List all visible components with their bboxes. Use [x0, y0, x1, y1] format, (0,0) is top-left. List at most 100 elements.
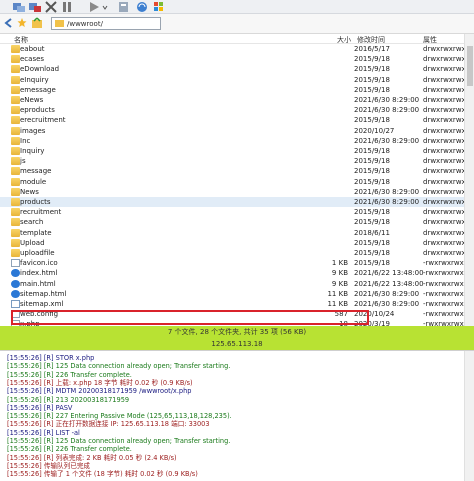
transfer-icon[interactable] — [117, 1, 131, 13]
file-attr: -rwxrwxrwx — [423, 259, 464, 268]
file-row[interactable]: emessage 2015/9/18 drwxrwxrwx — [0, 85, 474, 95]
file-row[interactable]: js 2015/9/18 drwxrwxrwx — [0, 156, 474, 166]
status-host: 125.65.113.18 — [211, 340, 263, 348]
chevron-down-icon[interactable] — [102, 1, 108, 13]
file-attr: drwxrwxrwx — [423, 177, 466, 186]
log-scrollbar[interactable] — [464, 351, 474, 481]
file-size: 1 KB — [331, 259, 348, 268]
delete-icon[interactable] — [44, 1, 58, 13]
file-size: 11 KB — [327, 289, 348, 298]
file-row[interactable]: erecruitment 2015/9/18 drwxrwxrwx — [0, 115, 474, 125]
connect-icon[interactable] — [12, 1, 26, 13]
windows-icon[interactable] — [152, 1, 166, 13]
html-file-icon — [11, 269, 20, 278]
file-row[interactable]: main.html 9 KB 2021/6/22 13:48:00 -rwxrwxrw… — [0, 279, 474, 289]
refresh-icon[interactable] — [135, 1, 149, 13]
file-attr: -rwxrwxrwx — [423, 289, 464, 298]
file-row[interactable]: News 2021/6/30 8:29:00 drwxrwxrwx — [0, 187, 474, 197]
file-name: module — [20, 177, 47, 186]
file-name: message — [20, 167, 52, 176]
path-input[interactable]: /wwwroot/ — [51, 17, 161, 30]
file-name: recruitment — [20, 208, 62, 217]
log-line: [15:55:26] 传输队列已完成 — [7, 461, 91, 470]
file-row[interactable]: Inquiry 2015/9/18 drwxrwxrwx — [0, 146, 474, 156]
file-attr: drwxrwxrwx — [423, 136, 466, 145]
file-date: 2015/9/18 — [354, 157, 390, 166]
log-line: [15:55:26] [R] 213 20200318171959 — [7, 395, 130, 404]
file-name: eDownload — [20, 65, 60, 74]
play-icon[interactable] — [88, 1, 100, 13]
file-row[interactable]: uploadfile 2015/9/18 drwxrwxrwx — [0, 248, 474, 258]
file-attr: drwxrwxrwx — [423, 157, 466, 166]
file-date: 2015/9/18 — [354, 116, 390, 125]
file-row[interactable]: eabout 2016/5/17 drwxrwxrwx — [0, 44, 474, 54]
file-name: js — [20, 157, 26, 166]
file-attr: drwxrwxrwx — [423, 45, 466, 53]
file-row[interactable]: Inc 2021/6/30 8:29:00 drwxrwxrwx — [0, 136, 474, 146]
log-line: [15:55:26] [R] 列表完成: 2 KB 耗时 0.05 秒 (2.4… — [7, 453, 177, 462]
path-text: /wwwroot/ — [67, 19, 103, 28]
file-date: 2015/9/18 — [354, 208, 390, 217]
file-date: 2021/6/22 13:48:00 — [354, 269, 424, 278]
file-date: 2021/6/30 8:29:00 — [354, 136, 420, 145]
file-name: Upload — [20, 238, 45, 247]
file-name: News — [20, 187, 39, 196]
file-row[interactable]: index.html 9 KB 2021/6/22 13:48:00 -rwxrwxr… — [0, 268, 474, 278]
folder-icon — [11, 228, 20, 237]
file-attr: drwxrwxrwx — [423, 85, 466, 94]
file-name: sitemap.html — [20, 289, 67, 298]
file-size: 9 KB — [331, 279, 348, 288]
file-row[interactable]: images 2020/10/27 drwxrwxrwx — [0, 126, 474, 136]
file-row[interactable]: ecases 2015/9/18 drwxrwxrwx — [0, 54, 474, 64]
scroll-thumb[interactable] — [467, 46, 473, 86]
file-attr: -rwxrwxrwx — [423, 300, 464, 308]
file-date: 2021/6/30 8:29:00 — [354, 300, 420, 308]
file-row[interactable]: eNews 2021/6/30 8:29:00 drwxrwxrwx — [0, 95, 474, 105]
folder-icon — [11, 238, 20, 247]
file-row[interactable]: products 2021/6/30 8:29:00 drwxrwxrwx — [0, 197, 474, 208]
file-row[interactable]: eInquiry 2015/9/18 drwxrwxrwx — [0, 75, 474, 85]
file-name: eabout — [20, 45, 45, 53]
file-row[interactable]: search 2015/9/18 drwxrwxrwx — [0, 217, 474, 227]
html-file-icon — [11, 279, 20, 288]
file-row[interactable]: sitemap.html 11 KB 2021/6/30 8:29:00 -rwxrw… — [0, 289, 474, 299]
status-bar: 7 个文件, 28 个文件夹, 共计 35 项 (56 KB) 125.65.1… — [0, 326, 474, 350]
file-attr: drwxrwxrwx — [423, 228, 466, 237]
file-row[interactable]: sitemap.xml 11 KB 2021/6/30 8:29:00 -rwxrwx… — [0, 299, 474, 309]
file-row[interactable]: template 2018/6/11 drwxrwxrwx — [0, 228, 474, 238]
pause-icon[interactable] — [61, 1, 73, 13]
file-row[interactable]: eDownload 2015/9/18 drwxrwxrwx — [0, 64, 474, 74]
log-line: [15:55:26] [R] STOR x.php — [7, 354, 95, 362]
file-name: eproducts — [20, 106, 55, 115]
file-name: template — [20, 228, 52, 237]
disconnect-icon[interactable] — [28, 1, 42, 13]
log-line: [15:55:26] [R] 226 Transfer complete. — [7, 445, 132, 454]
file-date: 2016/5/17 — [354, 45, 390, 53]
folder-icon — [11, 187, 20, 196]
file-row[interactable]: message 2015/9/18 drwxrwxrwx — [0, 166, 474, 176]
file-list: eabout 2016/5/17 drwxrwxrwx ecases 2015/9/18… — [0, 44, 474, 329]
folder-icon — [11, 75, 20, 84]
file-list-scrollbar[interactable] — [464, 34, 474, 326]
file-name: favicon.ico — [20, 259, 58, 268]
favorite-icon[interactable] — [17, 17, 27, 31]
up-folder-icon[interactable] — [31, 17, 43, 31]
file-row[interactable]: favicon.ico 1 KB 2015/9/18 -rwxrwxrwx — [0, 258, 474, 268]
file-row[interactable]: eproducts 2021/6/30 8:29:00 drwxrwxrwx — [0, 105, 474, 115]
file-name: eInquiry — [20, 75, 49, 84]
file-icon — [11, 259, 20, 268]
file-name: eNews — [20, 96, 44, 104]
file-date: 2015/9/18 — [354, 55, 390, 64]
file-attr: drwxrwxrwx — [423, 147, 466, 155]
folder-icon — [11, 106, 20, 115]
file-row[interactable]: Upload 2015/9/18 drwxrwxrwx — [0, 238, 474, 248]
file-size: 11 KB — [327, 300, 348, 308]
file-list-header: 名称 大小 修改时间 属性 — [0, 34, 474, 44]
file-date: 2015/9/18 — [354, 85, 390, 94]
back-icon[interactable] — [3, 17, 13, 31]
file-attr: drwxrwxrwx — [423, 106, 466, 115]
file-date: 2021/6/30 8:29:00 — [354, 289, 420, 298]
file-attr: drwxrwxrwx — [423, 126, 466, 135]
file-row[interactable]: recruitment 2015/9/18 drwxrwxrwx — [0, 207, 474, 217]
file-row[interactable]: module 2015/9/18 drwxrwxrwx — [0, 177, 474, 187]
